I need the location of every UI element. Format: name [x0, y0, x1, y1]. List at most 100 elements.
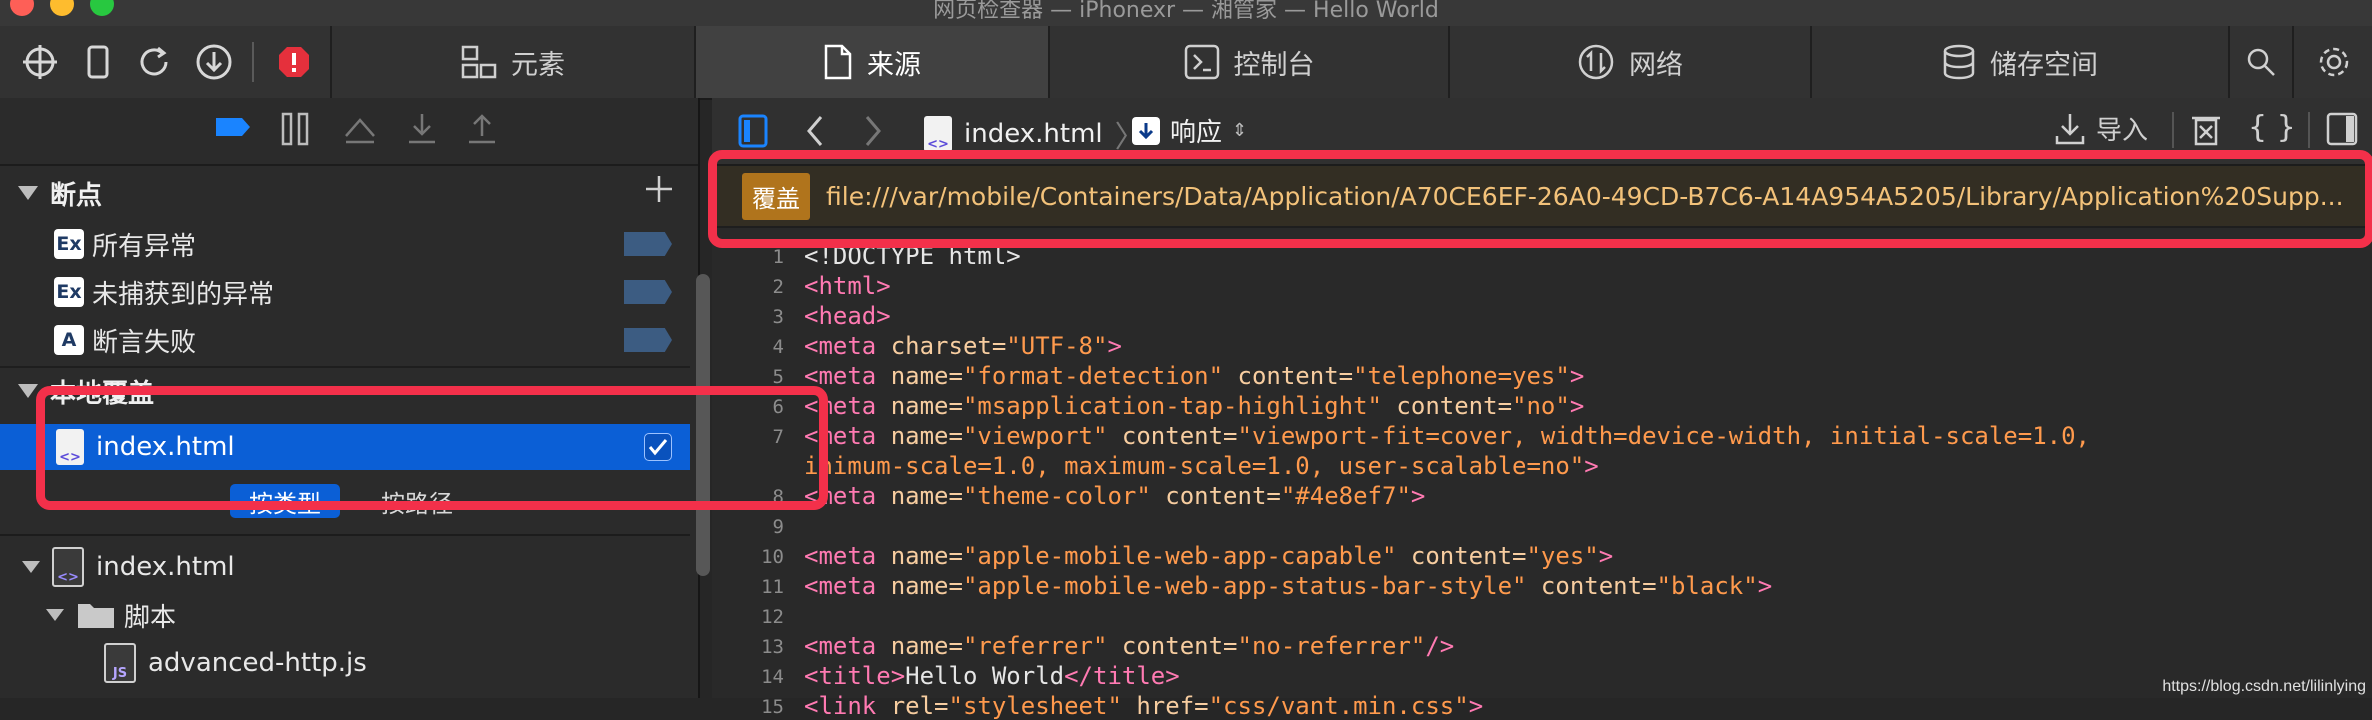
step-into-icon[interactable] — [406, 112, 438, 146]
override-enabled-checkbox[interactable] — [644, 433, 672, 461]
line-number: 13 — [761, 636, 784, 658]
tab-elements[interactable]: 元素 — [330, 26, 694, 98]
disclosure-triangle-icon[interactable] — [18, 186, 38, 200]
breakpoint-flag-icon[interactable] — [624, 280, 672, 304]
response-selector[interactable]: 响应 ⇕ — [1132, 112, 1247, 149]
code-line: <meta name="apple-mobile-web-app-status-… — [804, 572, 1773, 600]
exception-icon: Ex — [54, 229, 84, 259]
override-file-row[interactable]: <> index.html — [0, 424, 690, 470]
checkmark-icon — [648, 439, 668, 456]
add-breakpoint-icon[interactable] — [644, 174, 674, 204]
local-overrides-section-header[interactable]: 本地覆盖 — [0, 366, 690, 414]
document-icon — [823, 44, 853, 80]
step-over-icon[interactable] — [342, 112, 378, 146]
file-breadcrumb[interactable]: <> index.html 〉 — [924, 112, 1145, 156]
settings-button[interactable] — [2292, 26, 2372, 98]
code-line: <meta charset="UTF-8"> — [804, 332, 1122, 360]
html-file-icon: <> — [924, 116, 952, 152]
breakpoints-toggle-icon[interactable] — [214, 112, 252, 142]
code-line: <title>Hello World</title> — [804, 662, 1180, 690]
download-icon[interactable] — [192, 26, 236, 98]
group-by-type-button[interactable]: 按类型 — [230, 484, 340, 518]
tab-network[interactable]: 网络 — [1448, 26, 1810, 98]
line-number: 12 — [761, 606, 784, 628]
back-icon[interactable] — [804, 114, 826, 148]
disclosure-triangle-icon[interactable] — [18, 384, 38, 398]
disclosure-triangle-icon[interactable] — [22, 561, 40, 573]
response-label: 响应 — [1170, 118, 1223, 148]
override-url-link[interactable]: file:///var/mobile/Containers/Data/Appli… — [826, 182, 2366, 211]
elements-icon — [461, 45, 497, 79]
network-icon — [1577, 43, 1615, 81]
tab-elements-label: 元素 — [511, 49, 565, 81]
clear-icon[interactable] — [2190, 112, 2222, 146]
forward-icon[interactable] — [862, 114, 884, 148]
tree-root-label: index.html — [96, 552, 235, 582]
override-banner: 覆盖 file:///var/mobile/Containers/Data/Ap… — [712, 166, 2372, 228]
folder-icon — [76, 600, 116, 630]
breakpoint-all-exceptions[interactable]: Ex 所有异常 — [0, 220, 690, 268]
step-out-icon[interactable] — [466, 112, 498, 146]
breakpoint-label: 未捕获到的异常 — [92, 279, 275, 310]
line-number: 11 — [761, 576, 784, 598]
crosshair-icon[interactable] — [18, 26, 62, 98]
breakpoints-section-header[interactable]: 断点 — [0, 170, 690, 216]
breakpoint-uncaught-exceptions[interactable]: Ex 未捕获到的异常 — [0, 268, 690, 316]
line-number: 14 — [761, 666, 784, 688]
toolbar-divider — [2308, 112, 2310, 148]
breakpoint-assertion-failures[interactable]: A 断言失败 — [0, 316, 690, 364]
tab-sources-label: 来源 — [867, 49, 921, 81]
override-file-name: index.html — [96, 432, 235, 462]
line-number: 7 — [772, 426, 784, 448]
line-number: 1 — [772, 246, 784, 268]
sources-sidebar: 断点 Ex 所有异常 Ex 未捕获到的异常 A 断言失败 本地覆盖 <> ind… — [0, 98, 710, 698]
code-line: <meta name="referrer" content="no-referr… — [804, 632, 1455, 660]
console-icon — [1184, 44, 1220, 80]
toolbar-divider — [252, 42, 254, 82]
tab-console[interactable]: 控制台 — [1048, 26, 1448, 98]
group-by-path-button[interactable]: 按路径 — [362, 484, 472, 518]
inspector-tab-bar: 元素 来源 控制台 网络 储存空间 — [0, 26, 2372, 100]
breakpoint-flag-icon[interactable] — [624, 232, 672, 256]
code-line: <head> — [804, 302, 891, 330]
line-number: 8 — [772, 486, 784, 508]
response-icon — [1132, 116, 1160, 145]
breakpoint-label: 所有异常 — [92, 231, 197, 262]
code-line: <html> — [804, 272, 891, 300]
window-title: 网页检查器 — iPhonexr — 湘管家 — Hello World — [933, 0, 1439, 23]
code-line: <meta name="format-detection" content="t… — [804, 362, 1585, 390]
resource-tree-script[interactable]: JS advanced-http.js — [0, 640, 690, 686]
line-number: 15 — [761, 696, 784, 718]
code-line: <meta name="viewport" content="viewport-… — [804, 422, 2091, 450]
details-sidebar-toggle-icon[interactable] — [2326, 112, 2358, 146]
error-icon[interactable] — [272, 26, 316, 98]
sidebar-toggle-icon[interactable] — [738, 114, 768, 148]
html-file-icon: <> — [56, 429, 84, 465]
search-button[interactable] — [2228, 26, 2292, 98]
pretty-print-icon[interactable]: { } — [2248, 110, 2296, 145]
tab-sources[interactable]: 来源 — [694, 26, 1048, 98]
resource-tree-folder[interactable]: 脚本 — [0, 592, 690, 638]
resource-tree-root[interactable]: <> index.html — [0, 544, 690, 590]
tree-script-label: advanced-http.js — [148, 648, 367, 678]
code-line: inimum-scale=1.0, maximum-scale=1.0, use… — [804, 452, 1599, 480]
tab-storage-label: 储存空间 — [1990, 49, 2098, 81]
breakpoint-flag-icon[interactable] — [624, 328, 672, 352]
source-editor: <> index.html 〉 响应 ⇕ 导入 { } 覆盖 file:///v… — [712, 98, 2372, 720]
line-number: 10 — [761, 546, 784, 568]
import-button[interactable]: 导入 — [2054, 110, 2148, 147]
tree-folder-label: 脚本 — [124, 602, 177, 633]
disclosure-triangle-icon[interactable] — [46, 609, 64, 621]
sidebar-scrollbar[interactable] — [696, 274, 710, 576]
reload-icon[interactable] — [132, 26, 176, 98]
code-view[interactable]: 1 2 3 4 5 6 7 8 9 10 11 12 13 14 15 <!DO… — [712, 232, 2372, 720]
code-line: <meta name="apple-mobile-web-app-capable… — [804, 542, 1614, 570]
window-title-bar: 网页检查器 — iPhonexr — 湘管家 — Hello World — [0, 0, 2372, 26]
tab-storage[interactable]: 储存空间 — [1810, 26, 2228, 98]
override-badge: 覆盖 — [742, 172, 810, 220]
device-icon[interactable] — [80, 26, 116, 98]
breadcrumb-file-name: index.html — [964, 119, 1103, 149]
updown-chevron-icon: ⇕ — [1232, 120, 1248, 141]
editor-toolbar: <> index.html 〉 响应 ⇕ 导入 { } — [712, 98, 2372, 166]
pause-icon[interactable] — [280, 112, 312, 146]
